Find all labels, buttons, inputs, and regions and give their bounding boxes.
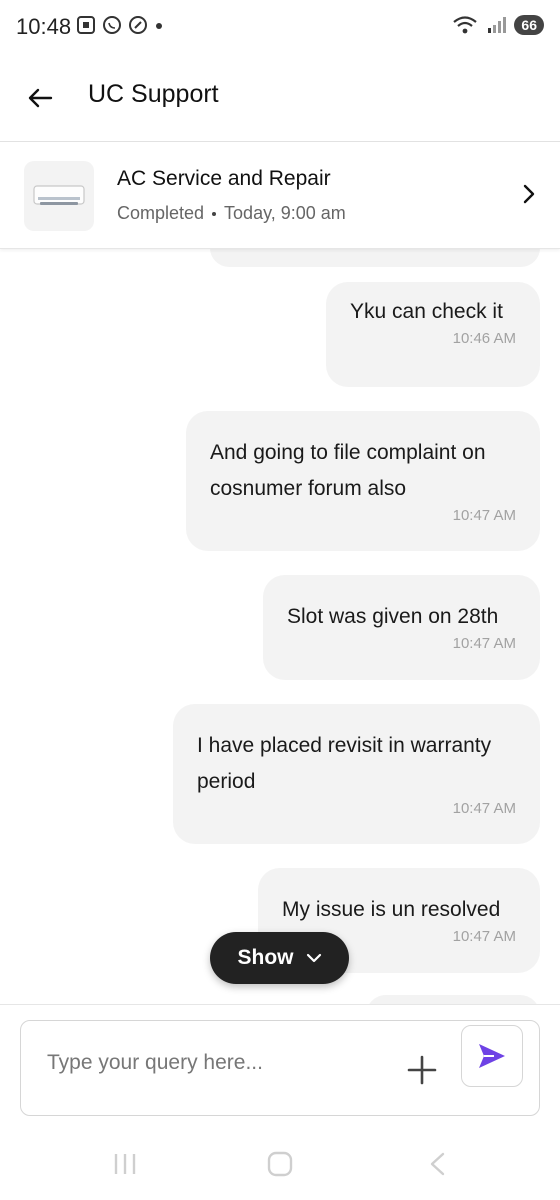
home-icon[interactable] (267, 1151, 293, 1177)
message-bubble-partial (210, 249, 540, 267)
query-input[interactable] (47, 1051, 367, 1075)
message-time: 10:47 AM (452, 635, 516, 652)
signal-icon (488, 17, 507, 33)
back-nav-icon[interactable] (426, 1151, 448, 1177)
recent-apps-icon[interactable] (112, 1151, 138, 1177)
message-text: period (197, 770, 256, 793)
chat-messages[interactable]: Yku can check it 10:46 AM And going to f… (0, 249, 560, 1004)
chevron-down-icon (306, 953, 321, 963)
send-button[interactable] (461, 1025, 523, 1087)
service-thumbnail (24, 161, 94, 231)
booking-datetime: Today, 9:00 am (224, 203, 346, 223)
battery-icon: 66 (514, 15, 544, 35)
back-button[interactable] (22, 80, 58, 116)
message-bubble: Slot was given on 28th 10:47 AM (263, 575, 540, 680)
message-bubble: Yku can check it 10:46 AM (326, 282, 540, 387)
message-time: 10:47 AM (452, 507, 516, 524)
message-bubble-partial (366, 995, 540, 1004)
show-button[interactable]: Show (210, 932, 349, 984)
message-text: Slot was given on 28th (287, 605, 499, 628)
message-text: I have placed revisit in warranty (197, 734, 492, 757)
query-input-box (20, 1020, 540, 1116)
chevron-right-icon (523, 184, 535, 204)
status-bar: 10:48 66 (0, 0, 560, 56)
status-time: 10:48 (16, 14, 72, 39)
air-conditioner-icon (33, 185, 85, 205)
plus-icon[interactable] (405, 1053, 439, 1087)
arrow-left-icon (28, 88, 53, 108)
message-bubble: And going to file complaint on cosnumer … (186, 411, 540, 551)
message-text: cosnumer forum also (210, 477, 407, 500)
composer (0, 1004, 560, 1129)
wifi-icon (453, 16, 478, 34)
more-notifications-dot-icon (156, 23, 162, 29)
message-text: Yku can check it (350, 300, 503, 323)
booking-status: Completed (117, 203, 205, 223)
booking-card[interactable]: AC Service and Repair Completed Today, 9… (0, 143, 560, 249)
message-bubble: I have placed revisit in warranty period… (173, 704, 540, 844)
page-title: UC Support (88, 80, 219, 108)
message-time: 10:47 AM (452, 800, 516, 817)
system-status-icons: 66 (452, 14, 544, 36)
system-nav-bar (0, 1129, 560, 1200)
whatsapp-icon (103, 16, 121, 34)
separator-dot (212, 211, 217, 216)
booking-meta: Completed Today, 9:00 am (117, 203, 346, 224)
app-notification-icon (129, 16, 147, 34)
notification-icons (76, 15, 164, 35)
screenshot-icon (77, 16, 95, 34)
show-label: Show (237, 946, 294, 969)
message-text: My issue is un resolved (282, 898, 501, 921)
service-name: AC Service and Repair (117, 167, 331, 190)
send-icon (479, 1044, 505, 1068)
message-text: And going to file complaint on (210, 441, 486, 464)
app-header: UC Support (0, 56, 560, 142)
message-time: 10:46 AM (452, 330, 516, 347)
